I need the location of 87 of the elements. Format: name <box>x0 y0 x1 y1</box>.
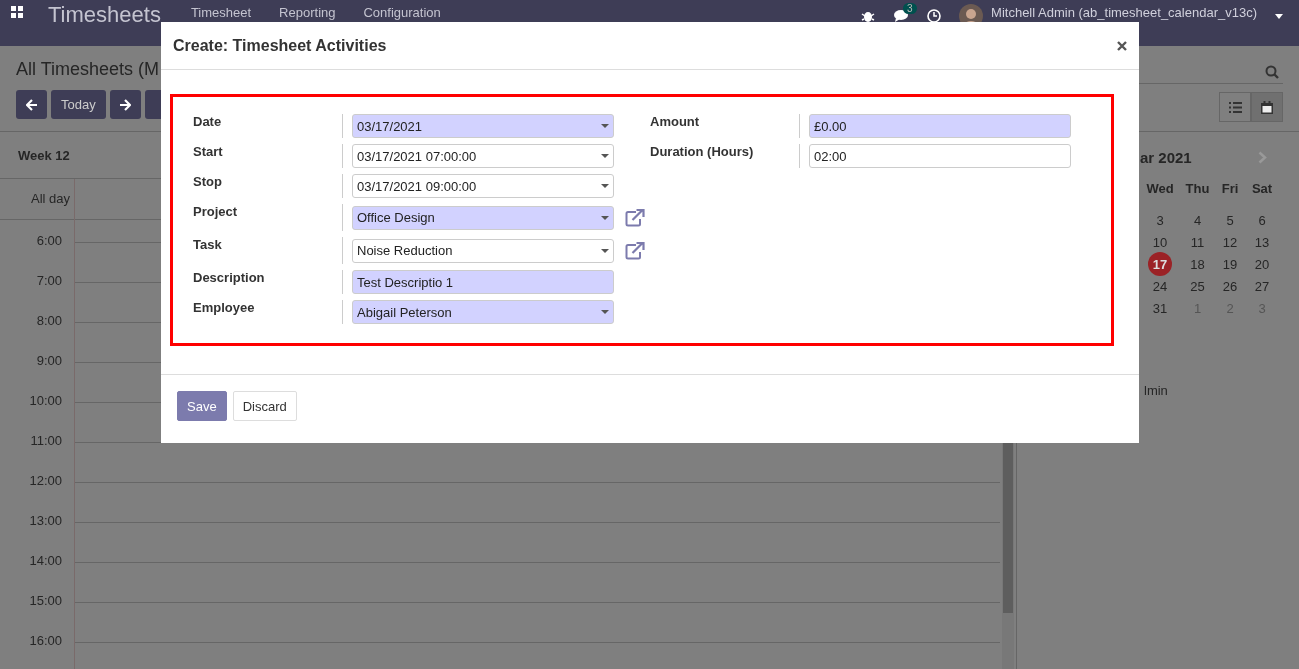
field-label: Description <box>193 270 343 294</box>
field-label: Employee <box>193 300 343 324</box>
notification-count: 3 <box>903 3 917 14</box>
close-icon <box>1117 40 1127 51</box>
hour-label: 12:00 <box>28 473 63 490</box>
calendar-day[interactable]: 12 <box>1218 230 1242 254</box>
field-label: Date <box>193 114 343 138</box>
dropdown-field[interactable]: 03/17/2021 <box>352 114 614 138</box>
user-name[interactable]: Mitchell Admin (ab_timesheet_calendar_v13c) <box>991 5 1257 20</box>
clock-icon[interactable] <box>927 9 942 23</box>
calendar-day[interactable]: 10 <box>1148 230 1172 254</box>
hour-label: 7:00 <box>35 273 63 290</box>
close-button[interactable] <box>1117 40 1127 51</box>
calendar-icon <box>1261 100 1273 114</box>
menu-item[interactable]: Timesheet <box>190 5 252 20</box>
caret-icon <box>601 124 609 128</box>
caret-icon[interactable] <box>1275 13 1283 19</box>
month-title: ar 2021 <box>1140 149 1192 166</box>
hour-label: 10:00 <box>28 393 63 410</box>
arrow-left-icon <box>25 98 38 111</box>
hour-label: 14:00 <box>28 553 63 570</box>
field-label: Start <box>193 144 343 168</box>
calendar-day[interactable]: 24 <box>1148 274 1172 298</box>
calendar-day[interactable]: 19 <box>1218 252 1242 276</box>
calendar-day[interactable]: 25 <box>1185 274 1210 298</box>
bug-icon[interactable] <box>861 9 876 23</box>
caret-icon <box>601 154 609 158</box>
scale-button[interactable]: Today <box>51 90 106 119</box>
input-field[interactable]: 02:00 <box>809 144 1071 168</box>
calendar-day[interactable]: 3 <box>1148 208 1172 232</box>
calendar-day[interactable]: 6 <box>1250 208 1274 232</box>
apps-icon[interactable] <box>11 6 23 18</box>
calendar-day[interactable]: 20 <box>1250 252 1274 276</box>
attendee-name: lmin <box>1144 383 1169 398</box>
hour-label: 16:00 <box>28 633 63 650</box>
app-title: Timesheets <box>48 2 161 28</box>
calendar-day[interactable]: 17 <box>1148 252 1172 276</box>
field-label: Task <box>193 237 343 264</box>
weekday-label: Sat <box>1250 181 1274 198</box>
hour-label: 9:00 <box>35 353 63 370</box>
calendar-day[interactable]: 31 <box>1148 296 1172 320</box>
input-field[interactable]: Test Descriptio 1 <box>352 270 614 294</box>
calendar-day[interactable]: 26 <box>1218 274 1242 298</box>
hour-label: 13:00 <box>28 513 63 530</box>
hour-label: 15:00 <box>28 593 63 610</box>
arrow-right-icon <box>119 98 132 111</box>
field-label: Project <box>193 204 343 231</box>
hour-label: 8:00 <box>35 313 63 330</box>
search-icon[interactable] <box>1265 64 1279 79</box>
hour-label: 11:00 <box>29 433 63 450</box>
discard-button[interactable]: Discard <box>232 391 297 421</box>
field-label: Duration (Hours) <box>650 144 800 168</box>
dropdown-field[interactable]: 03/17/2021 09:00:00 <box>352 174 614 198</box>
save-button[interactable]: Save <box>177 391 227 421</box>
external-link-icon[interactable] <box>625 208 645 227</box>
week-label: Week 12 <box>18 147 70 163</box>
list-icon <box>1228 101 1242 113</box>
menu-item[interactable]: Reporting <box>279 5 336 20</box>
calendar-day[interactable]: 18 <box>1185 252 1210 276</box>
calendar-day[interactable]: 13 <box>1250 230 1274 254</box>
input-field[interactable]: £0.00 <box>809 114 1071 138</box>
weekday-label: Fri <box>1220 181 1240 198</box>
calendar-day[interactable]: 4 <box>1185 208 1210 232</box>
next-button[interactable] <box>109 90 141 119</box>
dropdown-field[interactable]: 03/17/2021 07:00:00 <box>352 144 614 168</box>
caret-icon <box>601 184 609 188</box>
hour-label: 6:00 <box>35 233 63 250</box>
calendar-day[interactable]: 27 <box>1250 274 1274 298</box>
dropdown-field[interactable]: Noise Reduction <box>352 238 614 263</box>
calendar-day[interactable]: 11 <box>1185 230 1210 254</box>
scrollbar-thumb[interactable] <box>1003 443 1013 613</box>
dropdown-field[interactable]: Office Design <box>352 205 614 230</box>
all-day-label: All day <box>29 190 71 208</box>
menu-item[interactable]: Configuration <box>363 5 441 20</box>
field-label: Amount <box>650 114 800 138</box>
previous-button[interactable] <box>16 90 47 119</box>
weekday-label: Thu <box>1184 181 1211 198</box>
dropdown-field[interactable]: Abigail Peterson <box>352 300 614 324</box>
calendar-view-button[interactable] <box>1251 92 1283 122</box>
caret-icon <box>601 310 609 314</box>
caret-icon <box>601 248 609 253</box>
field-label: Stop <box>193 174 343 198</box>
weekday-label: Wed <box>1145 181 1175 198</box>
calendar-day[interactable]: 5 <box>1218 208 1242 232</box>
dialog-title: Create: Timesheet Activities <box>173 36 387 55</box>
breadcrumb: All Timesheets (M <box>16 59 161 80</box>
external-link-icon[interactable] <box>625 241 645 260</box>
